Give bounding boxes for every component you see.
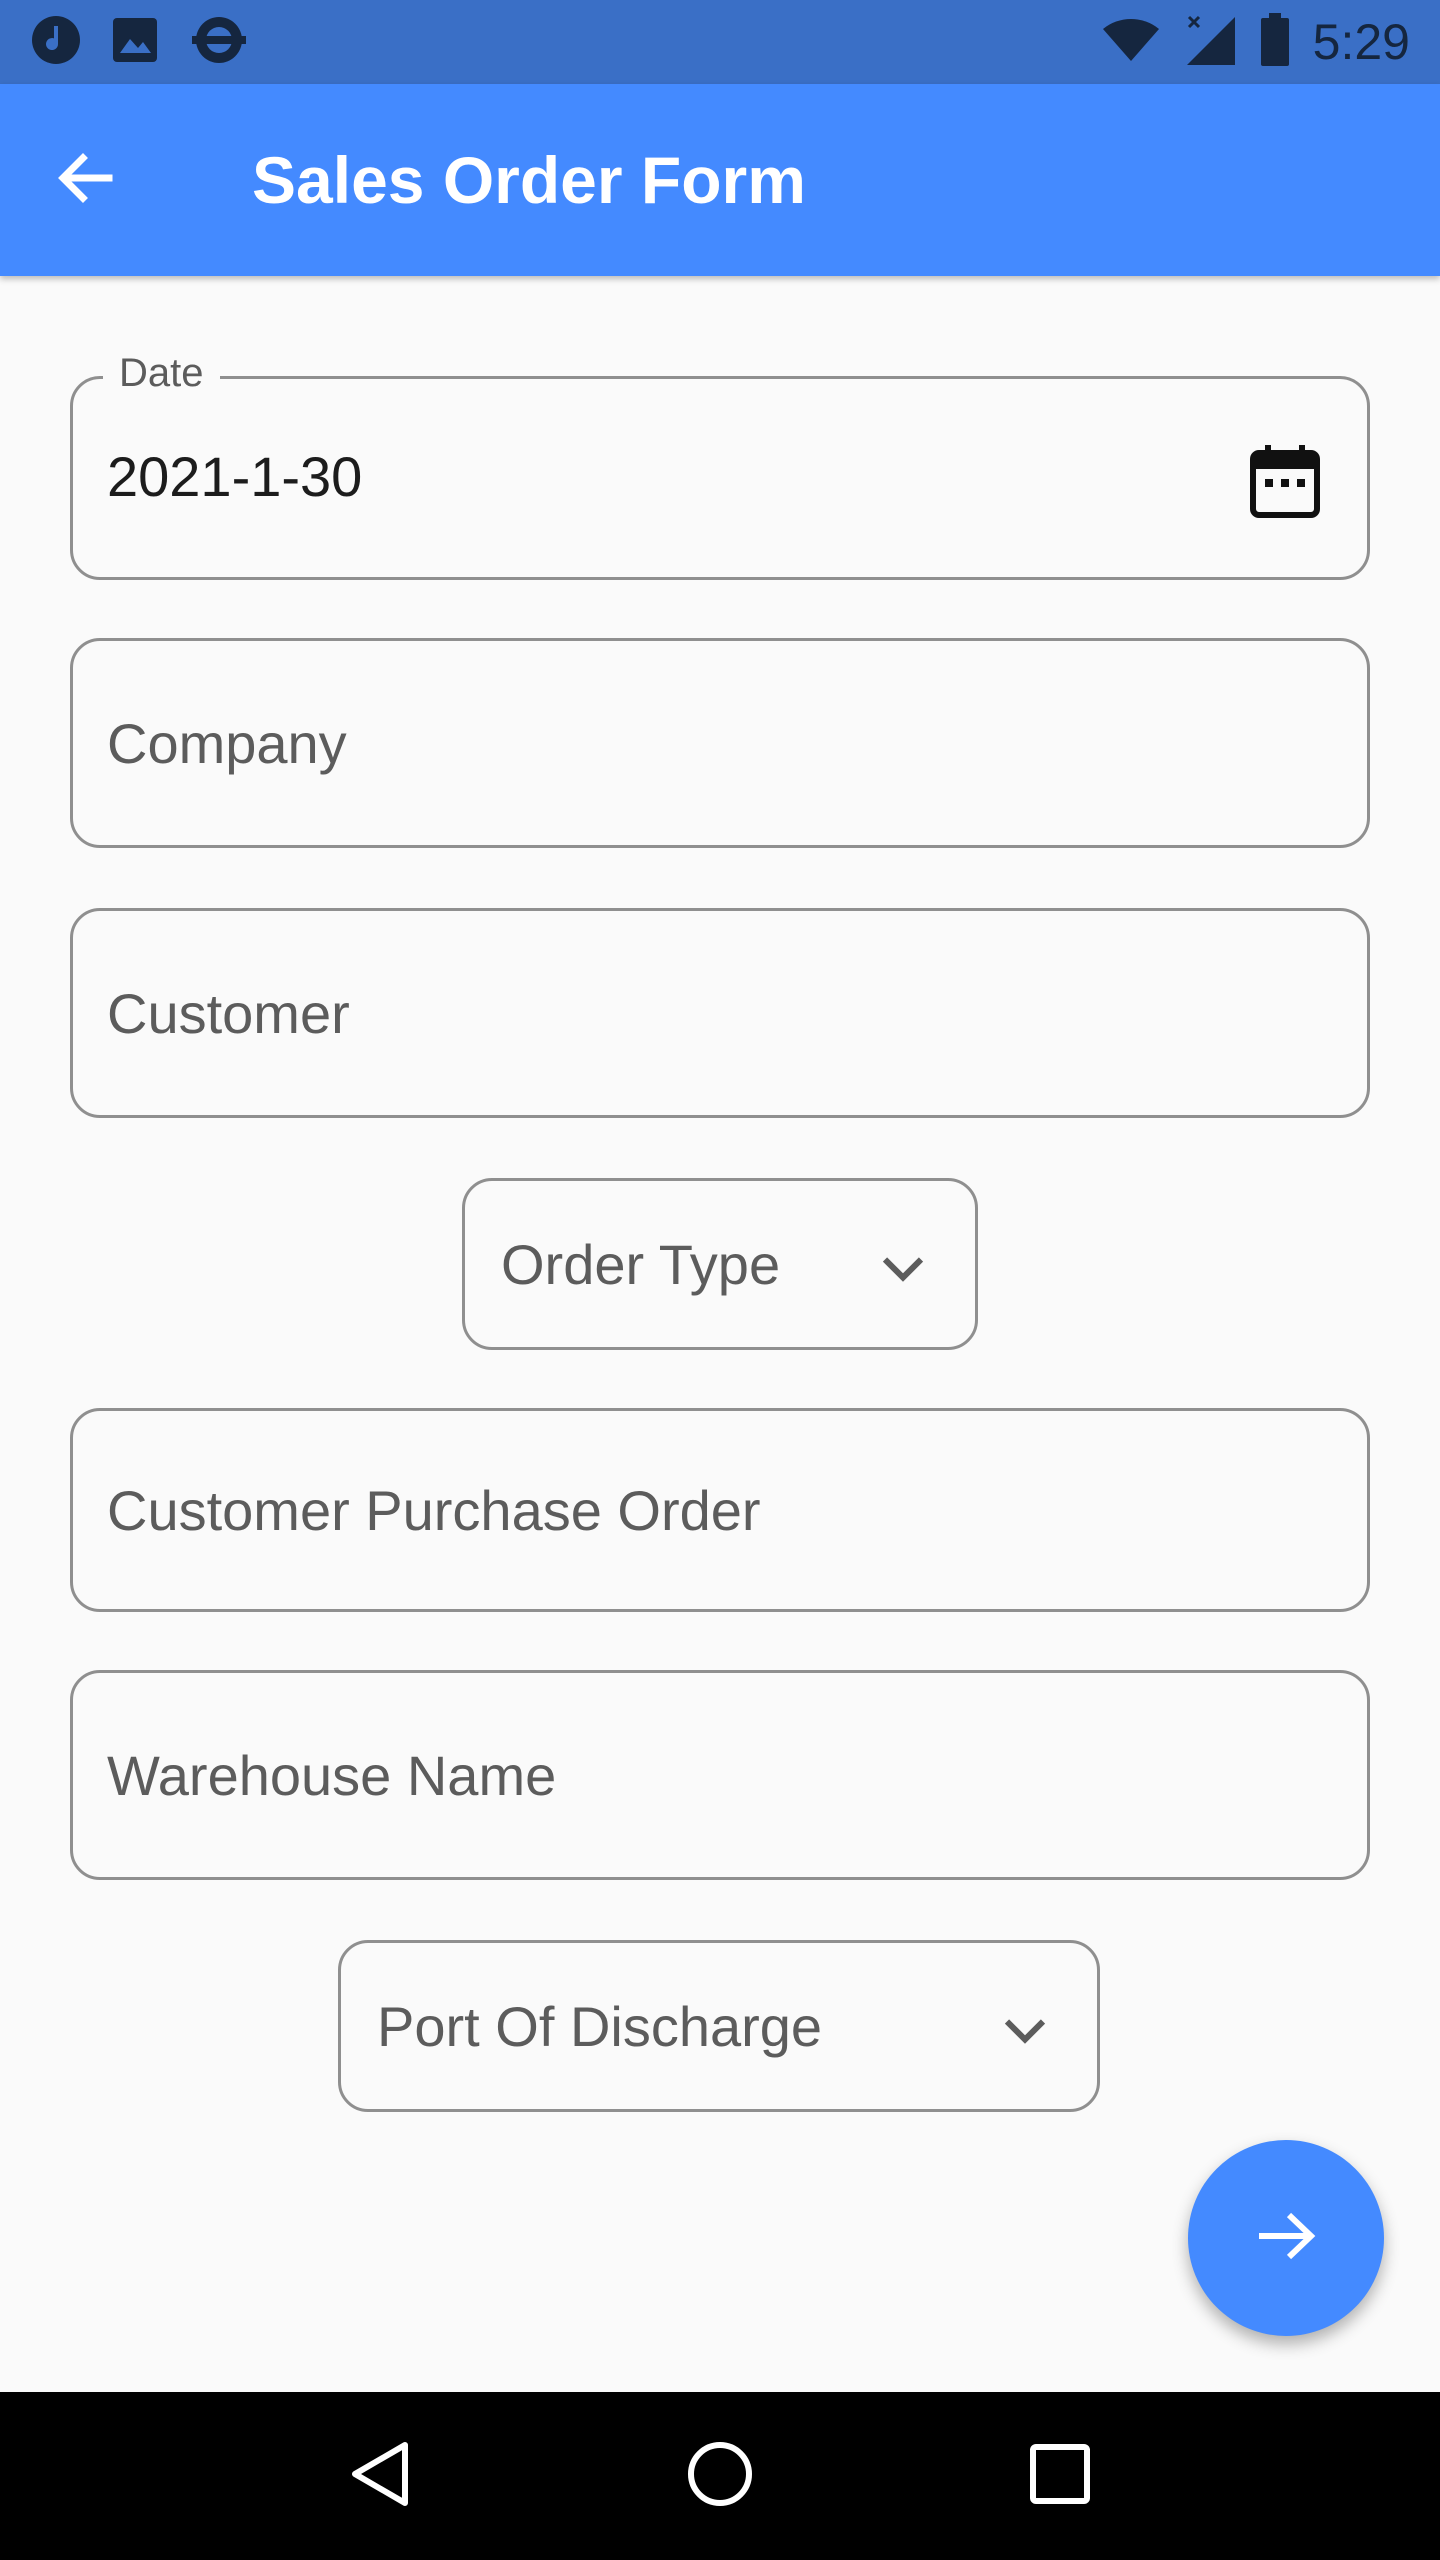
arrow-forward-icon <box>1251 2201 1321 2276</box>
app-bar: Sales Order Form <box>0 84 1440 276</box>
next-fab-button[interactable] <box>1188 2140 1384 2336</box>
customer-purchase-order-placeholder: Customer Purchase Order <box>107 1478 761 1542</box>
date-label: Date <box>103 351 220 396</box>
arrow-back-icon <box>53 146 117 215</box>
warehouse-name-placeholder: Warehouse Name <box>107 1743 557 1807</box>
customer-placeholder: Customer <box>107 981 350 1045</box>
page-title: Sales Order Form <box>252 143 806 217</box>
recents-square-icon <box>1029 2443 1091 2510</box>
chevron-down-icon <box>1003 1994 1047 2059</box>
battery-icon <box>1259 12 1291 72</box>
status-right-icons: 5:29 <box>1101 12 1410 72</box>
home-circle-icon <box>685 2439 755 2514</box>
transit-icon <box>188 14 250 71</box>
customer-purchase-order-field[interactable]: Customer Purchase Order <box>70 1408 1370 1612</box>
nav-recents-button[interactable] <box>1010 2426 1110 2526</box>
chevron-down-icon <box>881 1232 925 1297</box>
wifi-icon <box>1101 15 1161 70</box>
image-icon <box>110 15 160 70</box>
music-note-icon <box>30 14 82 71</box>
system-nav-bar <box>0 2392 1440 2560</box>
nav-home-button[interactable] <box>670 2426 770 2526</box>
status-time: 5:29 <box>1312 14 1410 70</box>
warehouse-name-field[interactable]: Warehouse Name <box>70 1670 1370 1880</box>
status-bar: 5:29 <box>0 0 1440 84</box>
date-field[interactable]: Date 2021-1-30 <box>70 351 1370 580</box>
company-field[interactable]: Company <box>70 638 1370 848</box>
customer-field[interactable]: Customer <box>70 908 1370 1118</box>
port-of-discharge-placeholder: Port Of Discharge <box>377 1994 823 2058</box>
calendar-icon[interactable] <box>1249 443 1321 532</box>
company-placeholder: Company <box>107 711 347 775</box>
date-value: 2021-1-30 <box>107 444 363 508</box>
order-type-placeholder: Order Type <box>501 1232 781 1296</box>
nav-back-button[interactable] <box>330 2426 430 2526</box>
signal-icon <box>1183 13 1237 72</box>
back-triangle-icon <box>349 2439 411 2514</box>
order-type-dropdown[interactable]: Order Type <box>462 1178 978 1350</box>
back-button[interactable] <box>40 135 130 225</box>
status-left-icons <box>30 14 250 71</box>
port-of-discharge-dropdown[interactable]: Port Of Discharge <box>338 1940 1100 2112</box>
